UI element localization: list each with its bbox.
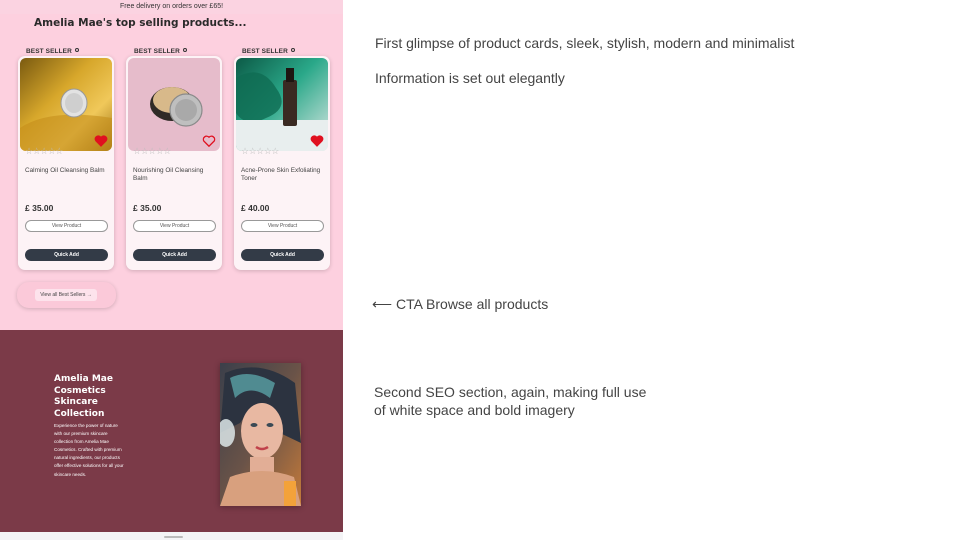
- product-name[interactable]: Nourishing Oil Cleansing Balm: [133, 167, 215, 183]
- card-body: ☆☆☆☆☆ Calming Oil Cleansing Balm £ 35.00…: [18, 56, 114, 270]
- product-card[interactable]: BEST SELLER ☆☆☆☆☆ Nourishing Oil Cleansi…: [126, 48, 222, 270]
- quick-add-button[interactable]: Quick Add: [241, 249, 324, 261]
- heart-outline-icon[interactable]: [202, 134, 216, 148]
- quick-add-button[interactable]: Quick Add: [25, 249, 108, 261]
- seo-body: Experience the power of nature with our …: [54, 423, 124, 477]
- product-name[interactable]: Acne-Prone Skin Exfoliating Toner: [241, 167, 323, 183]
- card-body: ☆☆☆☆☆ Nourishing Oil Cleansing Balm £ 35…: [126, 56, 222, 270]
- product-price: £ 35.00: [25, 203, 54, 213]
- seo-section: Amelia Mae Cosmetics Skincare Collection…: [0, 330, 343, 532]
- badge-icon: [74, 48, 79, 52]
- product-name[interactable]: Calming Oil Cleansing Balm: [25, 167, 107, 175]
- heart-icon[interactable]: [310, 134, 324, 148]
- annotation-seo-line2: of white space and bold imagery: [374, 402, 575, 418]
- badge-icon: [290, 48, 295, 52]
- section-title: Amelia Mae's top selling products...: [34, 17, 247, 29]
- view-product-button[interactable]: View Product: [133, 220, 216, 232]
- product-price: £ 35.00: [133, 203, 162, 213]
- card-body: ☆☆☆☆☆ Acne-Prone Skin Exfoliating Toner …: [234, 56, 330, 270]
- star-rating: ☆☆☆☆☆: [133, 146, 171, 156]
- cta-container: View all Best Sellers →: [17, 282, 116, 308]
- badge-icon: [182, 48, 187, 52]
- product-card[interactable]: BEST SELLER: [234, 48, 330, 270]
- quick-add-button[interactable]: Quick Add: [133, 249, 216, 261]
- model-portrait-image: [220, 363, 301, 506]
- delivery-banner: Free delivery on orders over £65!: [0, 0, 343, 14]
- mobile-mockup: Free delivery on orders over £65! Amelia…: [0, 0, 343, 540]
- annotation-seo-line1: Second SEO section, again, making full u…: [374, 384, 647, 400]
- star-rating: ☆☆☆☆☆: [25, 146, 63, 156]
- product-price: £ 40.00: [241, 203, 270, 213]
- best-seller-badge: BEST SELLER: [242, 48, 295, 55]
- star-rating: ☆☆☆☆☆: [241, 146, 279, 156]
- view-product-button[interactable]: View Product: [241, 220, 324, 232]
- heart-icon[interactable]: [94, 134, 108, 148]
- slide: Free delivery on orders over £65! Amelia…: [0, 0, 960, 540]
- product-card[interactable]: BEST SELLER: [18, 48, 114, 270]
- annotation-cta: ⟵ CTA Browse all products: [372, 296, 549, 312]
- home-indicator[interactable]: [164, 536, 183, 538]
- view-product-button[interactable]: View Product: [25, 220, 108, 232]
- view-all-best-sellers-button[interactable]: View all Best Sellers →: [35, 289, 97, 301]
- best-seller-badge: BEST SELLER: [134, 48, 187, 55]
- annotation-product-cards: First glimpse of product cards, sleek, s…: [375, 35, 795, 51]
- annotation-information: Information is set out elegantly: [375, 70, 565, 86]
- seo-title: Amelia Mae Cosmetics Skincare Collection: [54, 374, 113, 419]
- best-seller-badge: BEST SELLER: [26, 48, 79, 55]
